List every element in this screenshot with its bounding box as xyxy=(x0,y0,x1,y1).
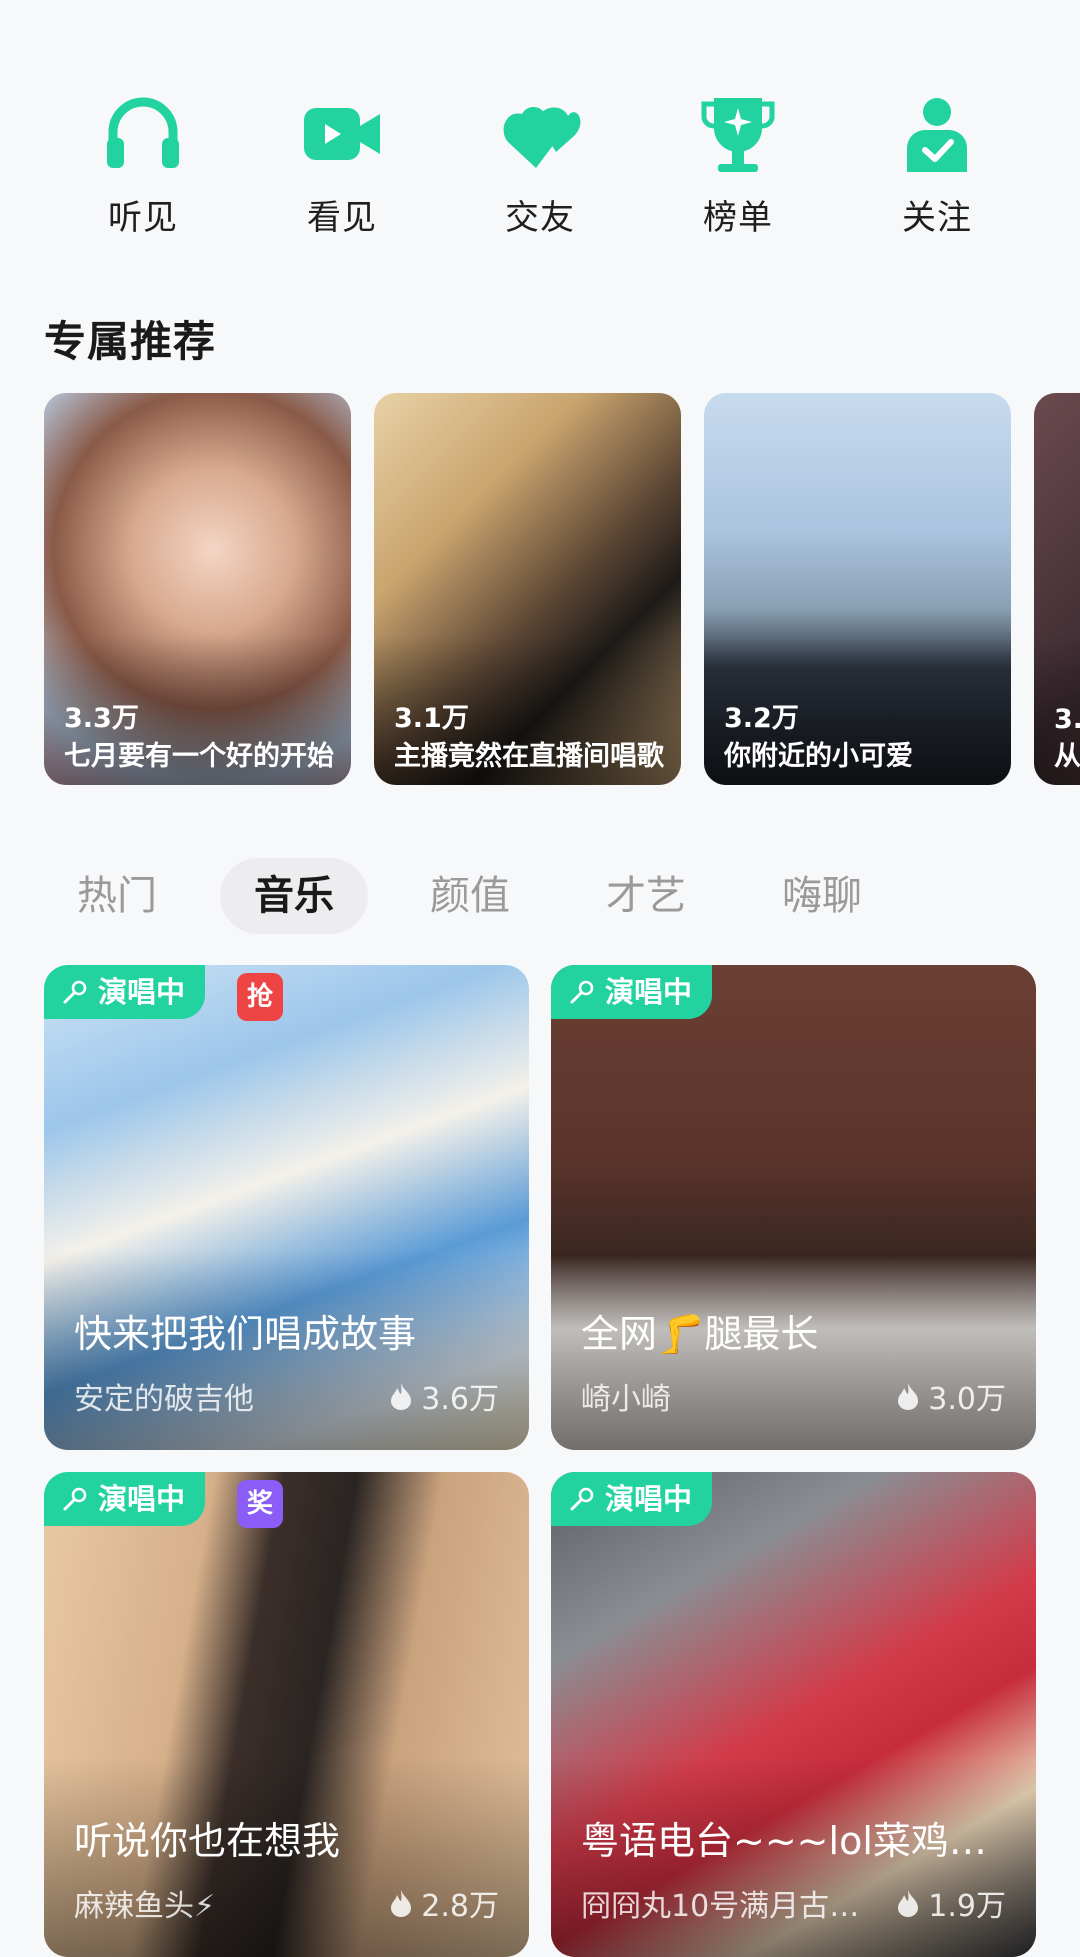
recommend-card[interactable]: 3.1万 主播竟然在直播间唱歌 xyxy=(374,393,681,785)
room-host: 崎小崎 xyxy=(581,1382,671,1417)
live-room-card[interactable]: 演唱中 抢 快来把我们唱成故事 安定的破吉他 3.6万 xyxy=(44,965,529,1450)
room-host: 麻辣鱼头⚡ xyxy=(74,1889,216,1924)
microphone-icon xyxy=(63,1487,87,1511)
flame-icon xyxy=(898,1890,919,1917)
quick-nav-label: 交友 xyxy=(505,198,575,238)
room-heat-value: 3.6万 xyxy=(421,1382,499,1417)
microphone-icon xyxy=(570,980,594,1004)
tab-hot[interactable]: 热门 xyxy=(62,858,172,934)
room-heat-value: 2.8万 xyxy=(421,1889,499,1924)
room-heat: 1.9万 xyxy=(896,1881,1006,1925)
grab-badge: 抢 xyxy=(237,973,283,1021)
recommend-card-title: 主播竟然在直播间唱歌 xyxy=(394,741,664,772)
live-badge-label: 演唱中 xyxy=(98,1482,186,1516)
reward-badge: 奖 xyxy=(237,1480,283,1528)
tab-looks[interactable]: 颜值 xyxy=(415,858,525,934)
tab-chat[interactable]: 嗨聊 xyxy=(767,858,877,934)
tab-music[interactable]: 音乐 xyxy=(220,858,368,934)
microphone-icon xyxy=(570,1487,594,1511)
trophy-icon xyxy=(701,98,775,172)
live-badge-label: 演唱中 xyxy=(605,1482,693,1516)
quick-nav-label: 看见 xyxy=(307,198,377,238)
recommend-card[interactable]: 3.2万 你附近的小可爱 xyxy=(704,393,1011,785)
recommend-carousel[interactable]: 3.3万 七月要有一个好的开始 3.1万 主播竟然在直播间唱歌 3.2万 你附近… xyxy=(0,393,1080,785)
room-host: 安定的破吉他 xyxy=(74,1382,254,1417)
tab-talent[interactable]: 才艺 xyxy=(591,858,701,934)
live-badge: 演唱中 xyxy=(44,1472,206,1526)
quick-nav: 听见 看见 交友 榜单 关注 xyxy=(0,0,1080,260)
room-heat: 2.8万 xyxy=(389,1881,499,1925)
live-room-card[interactable]: 演唱中 奖 听说你也在想我 麻辣鱼头⚡ 2.8万 xyxy=(44,1472,529,1957)
recommend-card-count: 3.2万 xyxy=(724,703,799,734)
section-title-recommend: 专属推荐 xyxy=(44,317,217,366)
recommend-card-title: 七月要有一个好的开始 xyxy=(64,741,334,772)
room-title: 全网🦵腿最长 xyxy=(581,1312,819,1356)
user-check-icon xyxy=(907,98,967,172)
hearts-icon xyxy=(503,107,581,168)
live-badge-label: 演唱中 xyxy=(605,975,693,1009)
quick-nav-label: 关注 xyxy=(902,198,972,238)
live-badge: 演唱中 xyxy=(551,965,713,1019)
recommend-card-count: 3. xyxy=(1054,704,1080,735)
quick-nav-follow[interactable]: 关注 xyxy=(867,92,1007,239)
live-badge: 演唱中 xyxy=(551,1472,713,1526)
recommend-card-count: 3.3万 xyxy=(64,703,139,734)
room-heat-value: 3.0万 xyxy=(928,1382,1006,1417)
room-heat: 3.6万 xyxy=(389,1374,499,1418)
live-badge-label: 演唱中 xyxy=(98,975,186,1009)
headphones-icon xyxy=(107,97,179,168)
recommend-card[interactable]: 3. 从 xyxy=(1034,393,1080,785)
quick-nav-label: 听见 xyxy=(108,198,178,238)
room-title: 听说你也在想我 xyxy=(74,1819,341,1863)
flame-icon xyxy=(391,1383,412,1410)
category-tabs: 热门 音乐 颜值 才艺 嗨聊 xyxy=(0,858,1080,934)
recommend-card-title: 你附近的小可爱 xyxy=(724,741,913,772)
room-title: 快来把我们唱成故事 xyxy=(74,1312,417,1356)
live-room-card[interactable]: 演唱中 全网🦵腿最长 崎小崎 3.0万 xyxy=(551,965,1036,1450)
quick-nav-watch[interactable]: 看见 xyxy=(272,92,412,239)
live-badge: 演唱中 xyxy=(44,965,206,1019)
recommend-card-count: 3.1万 xyxy=(394,703,469,734)
quick-nav-listen[interactable]: 听见 xyxy=(73,92,213,239)
flame-icon xyxy=(898,1383,919,1410)
room-heat: 3.0万 xyxy=(896,1374,1006,1418)
quick-nav-friends[interactable]: 交友 xyxy=(470,92,610,239)
room-title: 粤语电台~~~lol菜鸡主播 xyxy=(581,1819,1016,1863)
room-host: 冏冏丸10号满月古风歌会 xyxy=(581,1889,871,1924)
room-heat-value: 1.9万 xyxy=(928,1889,1006,1924)
quick-nav-ranking[interactable]: 榜单 xyxy=(668,92,808,239)
video-camera-icon xyxy=(304,108,380,160)
flame-icon xyxy=(391,1890,412,1917)
microphone-icon xyxy=(63,980,87,1004)
recommend-card[interactable]: 3.3万 七月要有一个好的开始 xyxy=(44,393,351,785)
quick-nav-label: 榜单 xyxy=(703,198,773,238)
live-room-card[interactable]: 演唱中 粤语电台~~~lol菜鸡主播 冏冏丸10号满月古风歌会 1.9万 xyxy=(551,1472,1036,1957)
recommend-card-title: 从 xyxy=(1054,741,1080,772)
